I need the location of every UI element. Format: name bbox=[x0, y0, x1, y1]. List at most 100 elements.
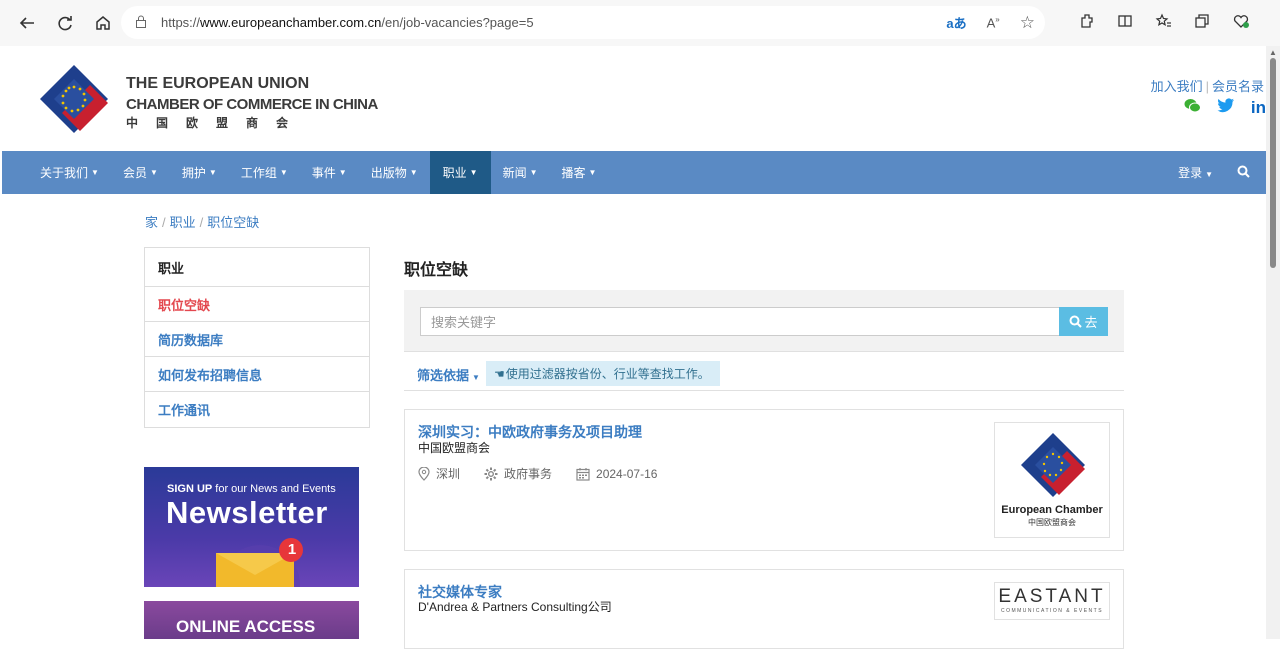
page-scrollbar[interactable]: ▲ bbox=[1266, 46, 1280, 639]
logo-caption-chinese: 中国欧盟商会 bbox=[1028, 518, 1076, 527]
notification-badge: 1 bbox=[287, 541, 297, 558]
caret-down-icon: ▼ bbox=[469, 168, 478, 177]
url-prefix: https:// bbox=[161, 15, 201, 30]
sidebar-heading: 职业 bbox=[145, 248, 369, 287]
pointer-hand-icon: ☚ bbox=[494, 366, 505, 381]
job-card: 深圳实习：中欧政府事务及项目助理 中国欧盟商会 深圳 政府事务 2024-07-… bbox=[404, 409, 1124, 551]
sidebar-item-cv-database[interactable]: 简历数据库 bbox=[145, 322, 369, 357]
browser-essentials-icon[interactable] bbox=[1232, 13, 1250, 33]
back-icon[interactable] bbox=[10, 6, 44, 40]
search-panel: 搜索关键字 去 bbox=[404, 290, 1124, 352]
newsletter-rest-text: for our News and Events bbox=[212, 483, 336, 495]
nav-about-label: 关于我们 bbox=[40, 166, 89, 180]
search-go-label: 去 bbox=[1084, 315, 1098, 330]
job-company: D'Andrea & Partners Consulting公司 bbox=[418, 600, 612, 614]
nav-working-groups[interactable]: 工作组 ▼ bbox=[229, 151, 300, 194]
nav-members[interactable]: 会员 ▼ bbox=[111, 151, 170, 194]
search-go-button[interactable]: 去 bbox=[1059, 307, 1108, 336]
scroll-thumb[interactable] bbox=[1270, 58, 1276, 268]
filter-hint: ☚ 使用过滤器按省份、行业等查找工作。 bbox=[486, 361, 720, 386]
login-label: 登录 bbox=[1178, 166, 1203, 180]
nav-advocacy[interactable]: 拥护 ▼ bbox=[170, 151, 229, 194]
favorites-icon[interactable] bbox=[1155, 13, 1172, 33]
nav-publications[interactable]: 出版物 ▼ bbox=[359, 151, 430, 194]
job-card: 社交媒体专家 D'Andrea & Partners Consulting公司 … bbox=[404, 569, 1124, 649]
main-navigation: 关于我们 ▼ 会员 ▼ 拥护 ▼ 工作组 ▼ 事件 ▼ 出版物 ▼ 职业 ▼ 新闻 ▼ 播客 ▼ … bbox=[2, 151, 1266, 194]
link-separator: | bbox=[1205, 79, 1209, 94]
url-path: /en/job-vacancies?page=5 bbox=[381, 15, 534, 30]
scroll-up-icon[interactable]: ▲ bbox=[1269, 48, 1277, 57]
job-sector: 政府事务 bbox=[504, 467, 553, 481]
european-chamber-logo[interactable] bbox=[40, 65, 108, 133]
site-header: THE EUROPEAN UNION CHAMBER OF COMMERCE I… bbox=[0, 46, 1280, 151]
sidebar-menu: 职业 职位空缺 简历数据库 如何发布招聘信息 工作通讯 bbox=[144, 247, 370, 428]
job-location: 深圳 bbox=[436, 467, 461, 481]
calendar-icon bbox=[576, 467, 590, 481]
caret-down-icon: ▼ bbox=[91, 168, 99, 177]
join-us-link[interactable]: 加入我们 bbox=[1151, 79, 1203, 94]
breadcrumb-current[interactable]: 职位空缺 bbox=[207, 215, 259, 230]
caret-down-icon: ▼ bbox=[149, 168, 158, 177]
linkedin-icon[interactable]: in bbox=[1251, 98, 1266, 118]
extensions-icon[interactable] bbox=[1079, 13, 1095, 33]
nav-about[interactable]: 关于我们 ▼ bbox=[2, 151, 111, 194]
caret-down-icon: ▼ bbox=[409, 168, 418, 177]
job-meta: 深圳 政府事务 2024-07-16 bbox=[418, 465, 657, 482]
caret-down-icon: ▼ bbox=[529, 168, 538, 177]
nav-working-groups-label: 工作组 bbox=[240, 166, 277, 180]
translate-icon[interactable]: aあ bbox=[946, 13, 966, 32]
home-icon[interactable] bbox=[86, 6, 120, 40]
filter-by-dropdown[interactable]: 筛选依据 ▼ bbox=[417, 365, 480, 384]
sidebar-item-job-newsletter[interactable]: 工作通讯 bbox=[145, 392, 369, 427]
nav-podcast[interactable]: 播客 ▼ bbox=[550, 151, 609, 194]
nav-publications-label: 出版物 bbox=[370, 166, 407, 180]
newsletter-banner[interactable]: SIGN UP for our News and Events Newslett… bbox=[144, 467, 359, 587]
collections-icon[interactable] bbox=[1194, 13, 1210, 33]
login-menu[interactable]: 登录 ▼ bbox=[1178, 164, 1213, 181]
logo-title-chinese: 中国欧盟商会 bbox=[126, 116, 307, 130]
nav-news[interactable]: 新闻 ▼ bbox=[491, 151, 550, 194]
breadcrumb-separator: / bbox=[199, 215, 204, 230]
favorite-star-icon[interactable]: ☆ bbox=[1020, 13, 1035, 33]
breadcrumb-home[interactable]: 家 bbox=[145, 215, 158, 230]
split-screen-icon[interactable] bbox=[1117, 13, 1133, 33]
nav-news-label: 新闻 bbox=[502, 166, 527, 180]
eastant-logo-text: EASTANT bbox=[998, 586, 1106, 607]
nav-advocacy-label: 拥护 bbox=[181, 166, 206, 180]
read-aloud-icon[interactable]: A» bbox=[987, 15, 1000, 30]
online-access-text: ONLINE ACCESS bbox=[176, 617, 316, 636]
breadcrumb-separator: / bbox=[162, 215, 166, 230]
location-pin-icon bbox=[418, 466, 430, 481]
address-bar[interactable]: https://www.europeanchamber.com.cn/en/jo… bbox=[121, 6, 1045, 39]
breadcrumb-careers[interactable]: 职业 bbox=[170, 215, 196, 230]
online-access-banner[interactable]: ONLINE ACCESS bbox=[144, 601, 359, 639]
eastant-logo-subtext: COMMUNICATION & EVENTS bbox=[1000, 608, 1104, 614]
refresh-icon[interactable] bbox=[48, 6, 82, 40]
search-icon[interactable] bbox=[1237, 165, 1250, 181]
twitter-icon[interactable] bbox=[1217, 98, 1235, 118]
breadcrumb: 家 / 职业 / 职位空缺 bbox=[145, 212, 259, 231]
nav-podcast-label: 播客 bbox=[561, 166, 586, 180]
url-host: www.europeanchamber.com.cn bbox=[200, 15, 382, 30]
sidebar-item-post-job[interactable]: 如何发布招聘信息 bbox=[145, 357, 369, 392]
search-icon bbox=[1069, 315, 1083, 328]
member-directory-link[interactable]: 会员名录 bbox=[1212, 79, 1264, 94]
wechat-icon[interactable] bbox=[1184, 98, 1201, 118]
caret-down-icon: ▼ bbox=[472, 373, 480, 382]
nav-events[interactable]: 事件 ▼ bbox=[300, 151, 359, 194]
job-date: 2024-07-16 bbox=[596, 466, 658, 481]
nav-careers[interactable]: 职业 ▼ bbox=[429, 151, 491, 194]
caret-down-icon: ▼ bbox=[588, 168, 597, 177]
company-logo[interactable]: EASTANT COMMUNICATION & EVENTS bbox=[994, 582, 1110, 620]
company-logo[interactable]: European Chamber 中国欧盟商会 bbox=[994, 422, 1110, 538]
newsletter-subtitle: SIGN UP for our News and Events bbox=[167, 483, 336, 495]
caret-down-icon: ▼ bbox=[279, 168, 288, 177]
caret-down-icon: ▼ bbox=[208, 168, 217, 177]
sidebar-item-job-vacancies[interactable]: 职位空缺 bbox=[145, 287, 369, 322]
newsletter-title: Newsletter bbox=[166, 495, 328, 530]
keyword-search-input[interactable]: 搜索关键字 bbox=[420, 307, 1060, 336]
caret-down-icon: ▼ bbox=[338, 168, 347, 177]
filter-row: 筛选依据 ▼ ☚ 使用过滤器按省份、行业等查找工作。 bbox=[404, 353, 1124, 391]
page-title: 职位空缺 bbox=[404, 262, 469, 279]
filter-by-label: 筛选依据 bbox=[417, 368, 470, 383]
